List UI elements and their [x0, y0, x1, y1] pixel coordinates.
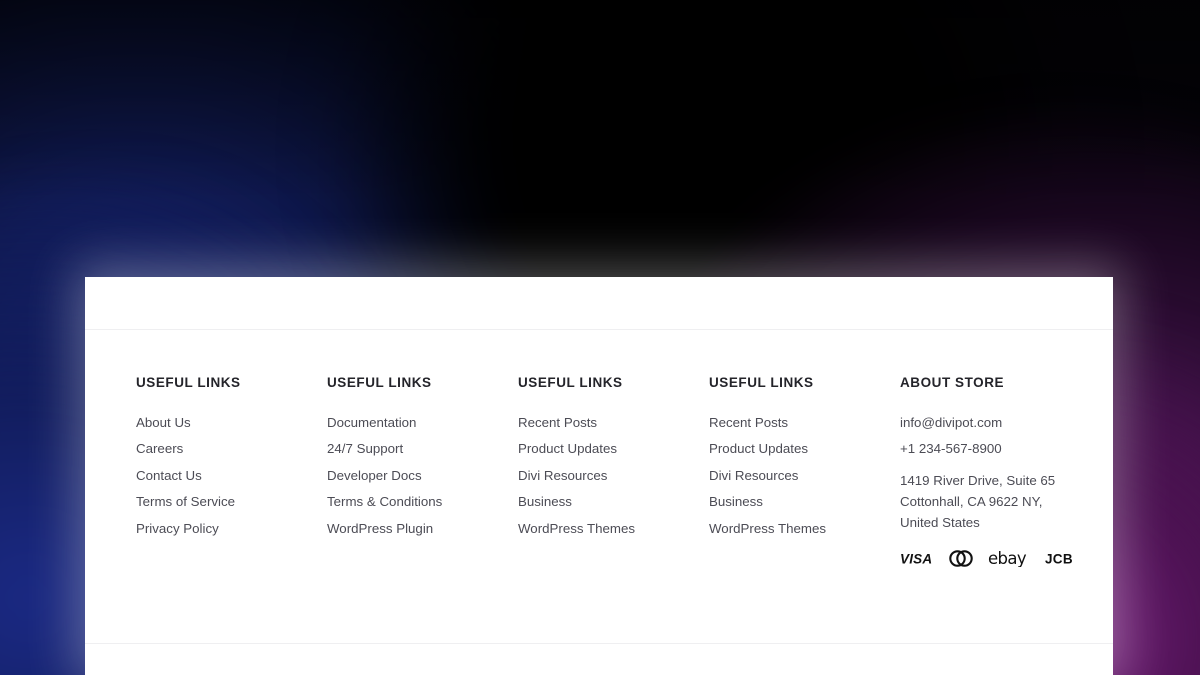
list-item: About Us — [136, 410, 327, 436]
footer-top-strip — [85, 277, 1113, 330]
footer-card: USEFUL LINKS About Us Careers Contact Us… — [85, 277, 1113, 675]
footer-column-4: USEFUL LINKS Recent Posts Product Update… — [709, 375, 900, 643]
jcb-icon: JCB — [1045, 551, 1073, 566]
list-item: Product Updates — [518, 436, 709, 462]
list-item: Contact Us — [136, 463, 327, 489]
footer-column-4-title: USEFUL LINKS — [709, 375, 814, 390]
list-item: Terms of Service — [136, 489, 327, 515]
svg-text:VISA: VISA — [900, 551, 932, 566]
svg-text:JCB: JCB — [1045, 551, 1073, 566]
list-item: Divi Resources — [518, 463, 709, 489]
footer-link-contact-us[interactable]: Contact Us — [136, 463, 327, 489]
about-store-email[interactable]: info@divipot.com — [900, 410, 1079, 436]
footer-column-4-links: Recent Posts Product Updates Divi Resour… — [709, 410, 900, 542]
list-item: Business — [709, 489, 900, 515]
footer-bottom-bar: About Us Careers Contact Us Terms of Ser… — [85, 643, 1113, 675]
payment-methods: VISA ebay JCB — [900, 550, 1079, 567]
list-item: Business — [518, 489, 709, 515]
list-item: Developer Docs — [327, 463, 518, 489]
footer-link-support[interactable]: 24/7 Support — [327, 436, 518, 462]
footer-link-wordpress-plugin[interactable]: WordPress Plugin — [327, 516, 518, 542]
footer-column-3: USEFUL LINKS Recent Posts Product Update… — [518, 375, 709, 643]
footer-link-developer-docs[interactable]: Developer Docs — [327, 463, 518, 489]
footer-link-careers[interactable]: Careers — [136, 436, 327, 462]
ebay-icon: ebay — [988, 550, 1028, 567]
footer-link-wordpress-themes[interactable]: WordPress Themes — [518, 516, 709, 542]
about-store-address: 1419 River Drive, Suite 65 Cottonhall, C… — [900, 472, 1056, 530]
footer-link-divi-resources[interactable]: Divi Resources — [518, 463, 709, 489]
list-item: Product Updates — [709, 436, 900, 462]
list-item: Careers — [136, 436, 327, 462]
list-item: WordPress Themes — [709, 516, 900, 542]
footer-link-product-updates[interactable]: Product Updates — [518, 436, 709, 462]
footer-link-divi-resources-2[interactable]: Divi Resources — [709, 463, 900, 489]
footer-link-about-us[interactable]: About Us — [136, 410, 327, 436]
footer-column-1-title: USEFUL LINKS — [136, 375, 241, 390]
footer-link-documentation[interactable]: Documentation — [327, 410, 518, 436]
footer-link-terms-conditions[interactable]: Terms & Conditions — [327, 489, 518, 515]
footer-link-wordpress-themes-2[interactable]: WordPress Themes — [709, 516, 900, 542]
list-item: Documentation — [327, 410, 518, 436]
list-item: Recent Posts — [518, 410, 709, 436]
visa-icon: VISA — [900, 551, 932, 566]
list-item: Terms & Conditions — [327, 489, 518, 515]
footer-columns: USEFUL LINKS About Us Careers Contact Us… — [85, 330, 1113, 643]
footer-link-terms-of-service[interactable]: Terms of Service — [136, 489, 327, 515]
footer-column-2: USEFUL LINKS Documentation 24/7 Support … — [327, 375, 518, 643]
mastercard-icon — [949, 550, 973, 567]
footer-column-2-title: USEFUL LINKS — [327, 375, 432, 390]
list-item: Recent Posts — [709, 410, 900, 436]
list-item: WordPress Themes — [518, 516, 709, 542]
svg-text:ebay: ebay — [988, 550, 1027, 567]
footer-link-business[interactable]: Business — [518, 489, 709, 515]
about-store-title: ABOUT STORE — [900, 375, 1005, 390]
list-item: WordPress Plugin — [327, 516, 518, 542]
list-item: Privacy Policy — [136, 516, 327, 542]
footer-link-recent-posts[interactable]: Recent Posts — [518, 410, 709, 436]
footer-link-recent-posts-2[interactable]: Recent Posts — [709, 410, 900, 436]
footer-column-3-links: Recent Posts Product Updates Divi Resour… — [518, 410, 709, 542]
footer-column-about-store: ABOUT STORE info@divipot.com +1 234-567-… — [900, 375, 1079, 643]
about-store-phone[interactable]: +1 234-567-8900 — [900, 436, 1079, 462]
footer-column-3-title: USEFUL LINKS — [518, 375, 623, 390]
list-item: 24/7 Support — [327, 436, 518, 462]
footer-column-1-links: About Us Careers Contact Us Terms of Ser… — [136, 410, 327, 542]
list-item: Divi Resources — [709, 463, 900, 489]
footer-link-business-2[interactable]: Business — [709, 489, 900, 515]
footer-link-privacy-policy[interactable]: Privacy Policy — [136, 516, 327, 542]
footer-column-1: USEFUL LINKS About Us Careers Contact Us… — [136, 375, 327, 643]
footer-link-product-updates-2[interactable]: Product Updates — [709, 436, 900, 462]
footer-column-2-links: Documentation 24/7 Support Developer Doc… — [327, 410, 518, 542]
